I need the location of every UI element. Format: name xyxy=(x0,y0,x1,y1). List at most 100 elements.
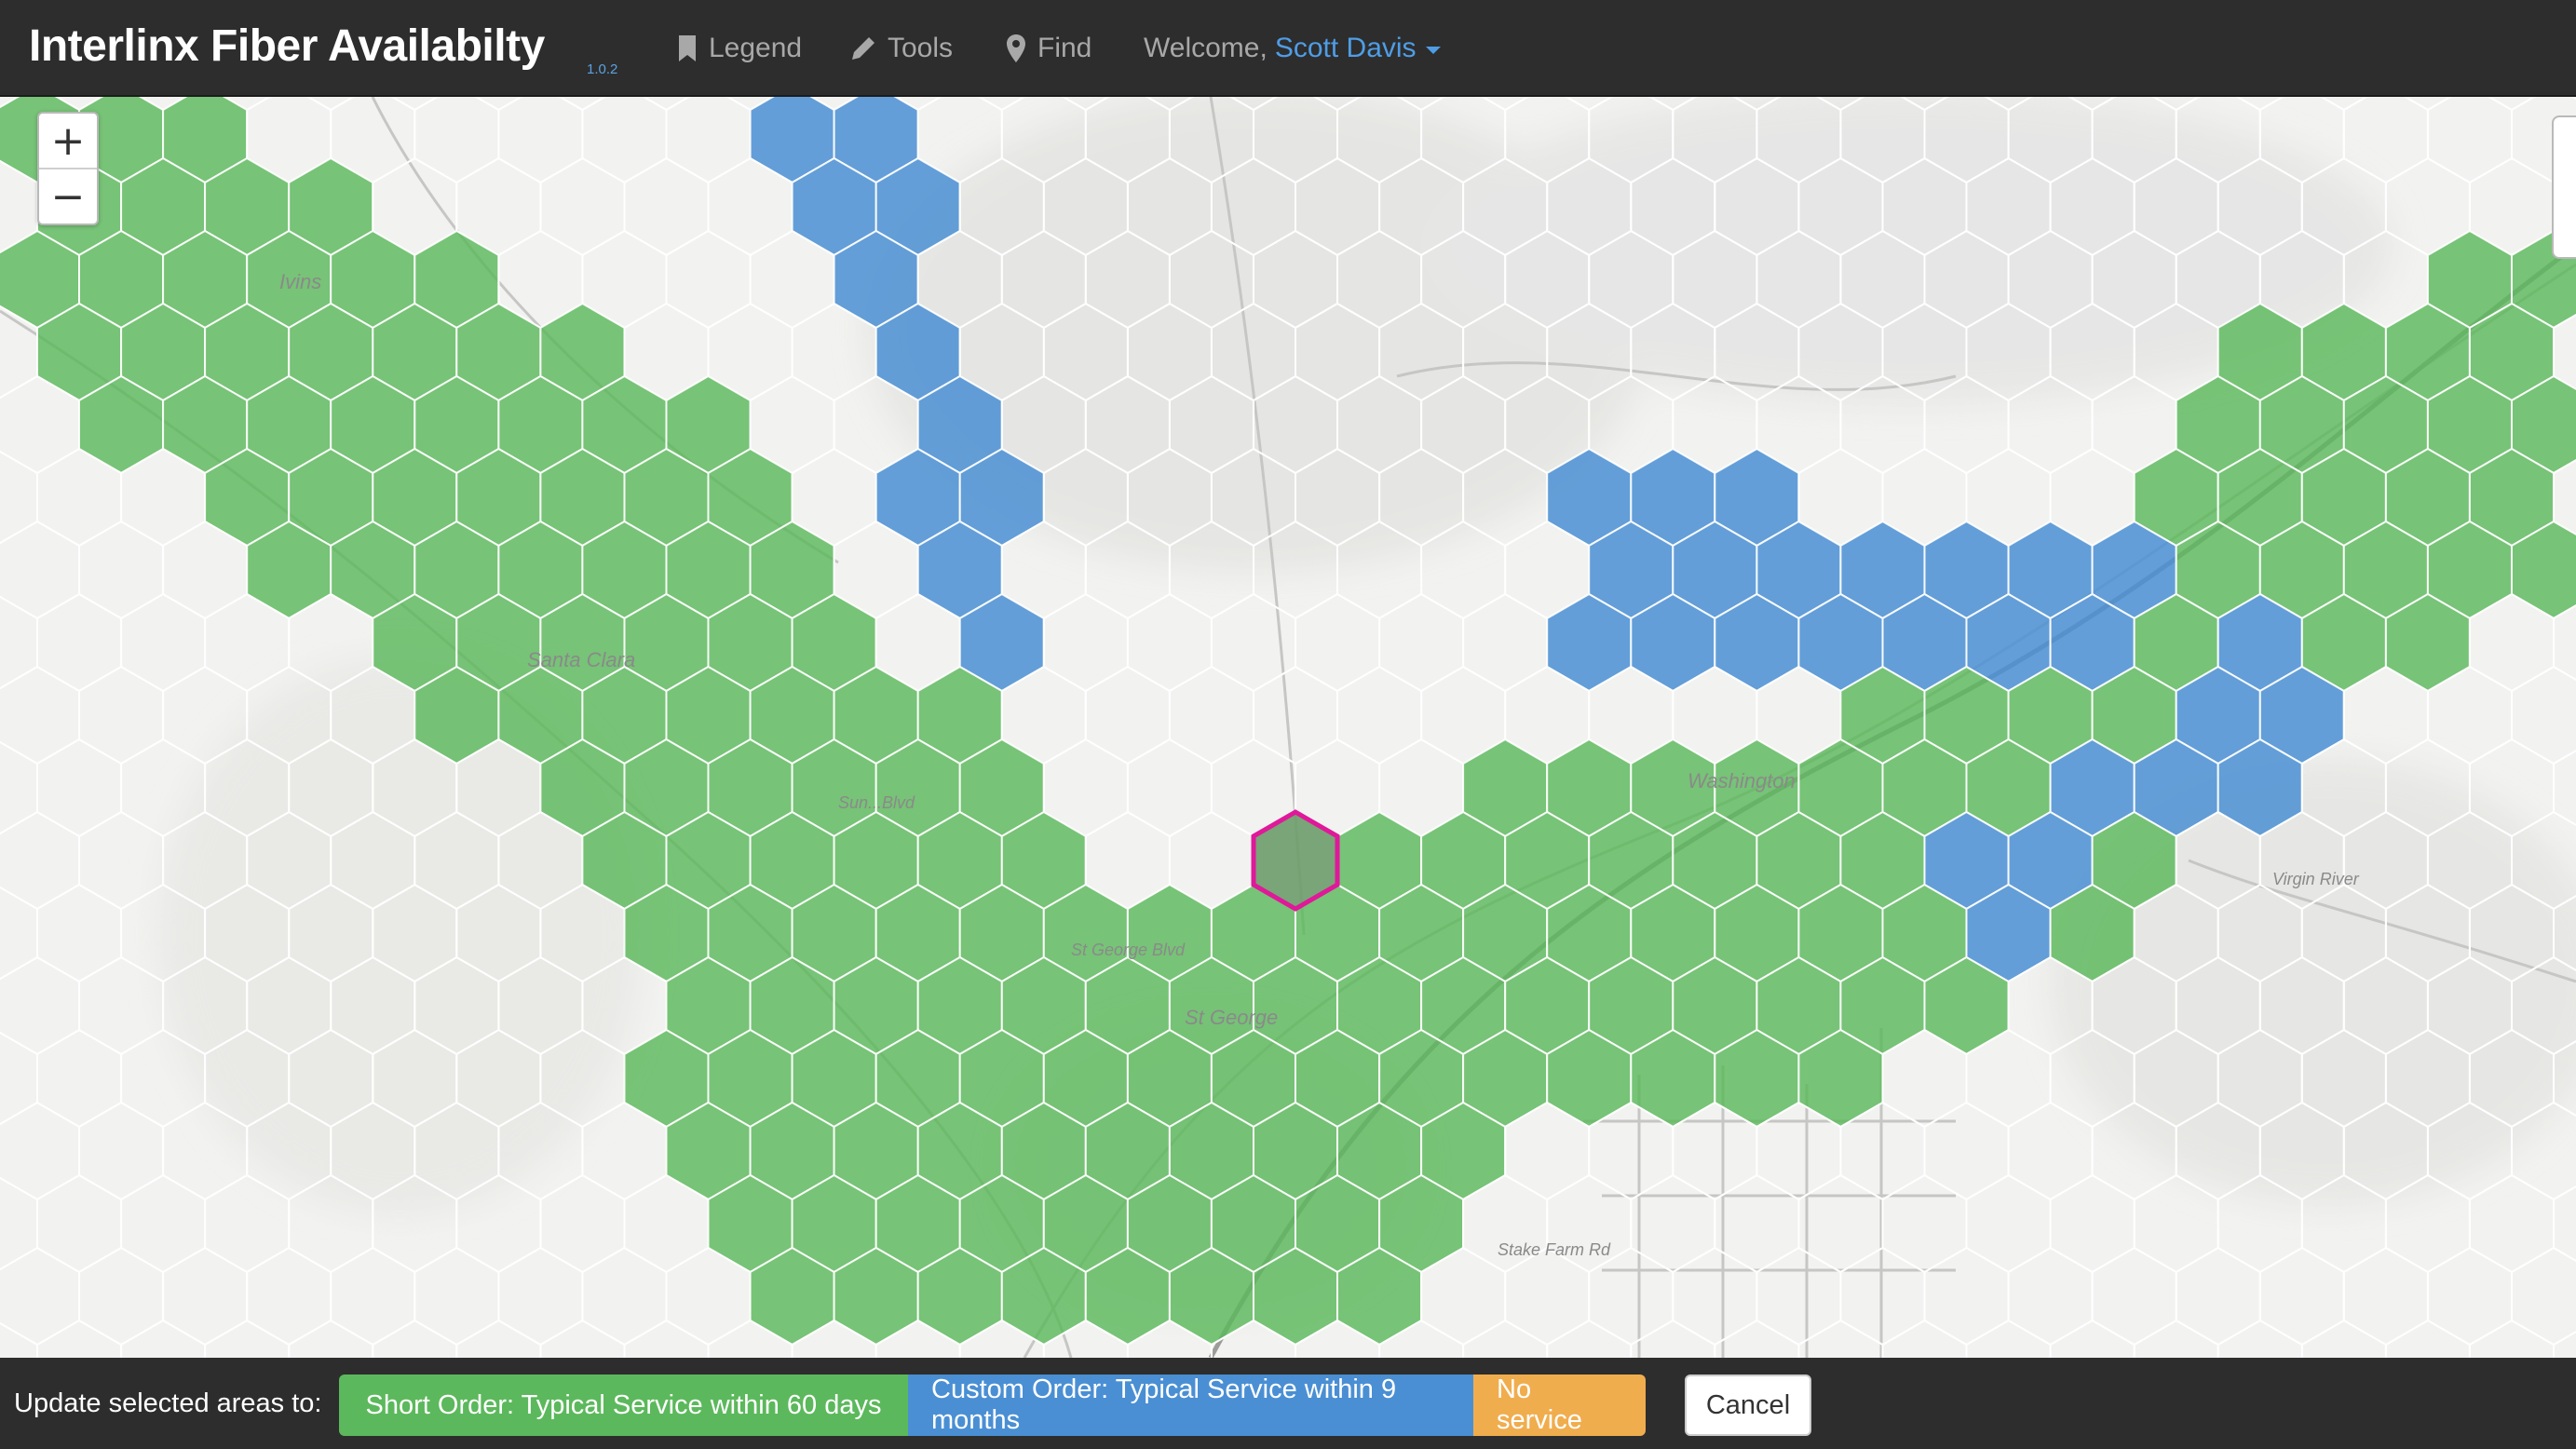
hex-cell[interactable] xyxy=(162,665,249,765)
hex-cell[interactable] xyxy=(372,883,458,983)
hex-cell[interactable] xyxy=(2049,1319,2135,1358)
hex-cell[interactable] xyxy=(2217,883,2303,983)
hex-cell[interactable] xyxy=(204,883,291,983)
hex-cell[interactable] xyxy=(539,156,626,257)
hex-cell[interactable] xyxy=(372,1319,458,1358)
hex-cell[interactable] xyxy=(2468,1319,2555,1358)
hex-cell[interactable] xyxy=(1797,302,1884,402)
hex-cell[interactable] xyxy=(2470,97,2554,112)
hex-cell[interactable] xyxy=(2049,1028,2135,1129)
hex-cell[interactable] xyxy=(1295,156,1381,257)
hex-cell[interactable] xyxy=(1000,229,1087,330)
hex-cell[interactable] xyxy=(414,810,500,911)
hex-cell[interactable] xyxy=(414,1246,500,1347)
hex-cell[interactable] xyxy=(497,1246,584,1347)
hex-cell[interactable] xyxy=(2007,1101,2094,1201)
hex-cell[interactable] xyxy=(1210,447,1296,548)
hex-cell[interactable] xyxy=(1923,97,2010,184)
hex-cell[interactable] xyxy=(204,1319,291,1358)
hex-cell[interactable] xyxy=(1378,156,1465,257)
hex-cell[interactable] xyxy=(1630,1173,1716,1274)
hex-cell[interactable] xyxy=(1253,520,1338,620)
hex-cell[interactable] xyxy=(623,1319,710,1358)
hex-cell[interactable] xyxy=(1839,97,1926,184)
hex-cell[interactable] xyxy=(1420,229,1507,330)
hex-cell[interactable] xyxy=(2091,1246,2177,1347)
hex-cell[interactable] xyxy=(2426,1246,2513,1347)
hex-cell[interactable] xyxy=(204,1028,291,1129)
hex-cell[interactable] xyxy=(1210,302,1296,402)
hex-cell[interactable] xyxy=(1253,665,1338,765)
hex-cell[interactable] xyxy=(2217,156,2303,257)
hex-cell[interactable] xyxy=(1462,447,1549,548)
hex-cell[interactable] xyxy=(1881,302,1968,402)
hex-cell[interactable] xyxy=(1084,97,1171,184)
hex-cell[interactable] xyxy=(2342,1101,2429,1201)
hex-cell[interactable] xyxy=(2175,97,2261,184)
hex-cell[interactable] xyxy=(1630,302,1716,402)
hex-cell[interactable] xyxy=(246,1246,332,1347)
hex-cell[interactable] xyxy=(1839,229,1926,330)
hex-cell[interactable] xyxy=(1588,1246,1674,1347)
hex-cell[interactable] xyxy=(2426,1101,2513,1201)
hex-cell[interactable] xyxy=(0,594,38,691)
hex-cell[interactable] xyxy=(288,1028,374,1129)
hex-cell[interactable] xyxy=(78,1246,165,1347)
hex-cell[interactable] xyxy=(36,1028,123,1129)
hex-cell[interactable] xyxy=(1967,97,2051,112)
hex-cell[interactable] xyxy=(1295,592,1381,693)
hex-cell[interactable] xyxy=(2342,97,2429,184)
hex-cell[interactable] xyxy=(2553,885,2576,982)
hex-cell[interactable] xyxy=(330,810,416,911)
hex-cell[interactable] xyxy=(1126,592,1213,693)
hex-cell[interactable] xyxy=(120,1173,207,1274)
hex-cell[interactable] xyxy=(1210,592,1296,693)
zoom-out-button[interactable]: − xyxy=(39,168,97,223)
hex-cell[interactable] xyxy=(2007,1246,2094,1347)
hex-cell[interactable] xyxy=(1756,229,1842,330)
hex-cell[interactable] xyxy=(2384,883,2471,983)
hex-coverage-grid[interactable] xyxy=(0,97,2576,1358)
hex-cell[interactable] xyxy=(540,97,624,112)
hex-cell[interactable] xyxy=(2217,1028,2303,1129)
hex-cell[interactable] xyxy=(1168,520,1254,620)
short-order-button[interactable]: Short Order: Typical Service within 60 d… xyxy=(339,1375,908,1436)
hex-cell[interactable] xyxy=(246,955,332,1056)
hex-cell[interactable] xyxy=(1714,156,1800,257)
hex-cell[interactable] xyxy=(2302,97,2386,112)
hex-cell[interactable] xyxy=(2342,1246,2429,1347)
hex-cell[interactable] xyxy=(1042,156,1129,257)
hex-cell[interactable] xyxy=(2384,1028,2471,1129)
hex-cell[interactable] xyxy=(120,883,207,983)
hex-cell[interactable] xyxy=(1126,302,1213,402)
hex-cell[interactable] xyxy=(1588,97,1674,184)
hex-cell[interactable] xyxy=(1336,665,1423,765)
hex-cell[interactable] xyxy=(1126,738,1213,838)
hex-cell[interactable] xyxy=(1965,1319,2052,1358)
hex-cell[interactable] xyxy=(1756,97,1842,184)
hex-cell[interactable] xyxy=(1672,1246,1758,1347)
hex-cell[interactable] xyxy=(162,810,249,911)
hex-cell[interactable] xyxy=(1588,229,1674,330)
hex-cell[interactable] xyxy=(2133,156,2219,257)
hex-cell[interactable] xyxy=(2049,302,2135,402)
hex-cell[interactable] xyxy=(1672,229,1758,330)
hex-cell[interactable] xyxy=(1715,97,1798,112)
hex-cell[interactable] xyxy=(1253,229,1338,330)
hex-cell[interactable] xyxy=(2175,1246,2261,1347)
hex-cell[interactable] xyxy=(1463,97,1547,112)
hex-cell[interactable] xyxy=(1378,447,1465,548)
nav-legend[interactable]: Legend xyxy=(677,30,802,67)
hex-cell[interactable] xyxy=(1756,1246,1842,1347)
hex-cell[interactable] xyxy=(1044,97,1128,112)
hex-cell[interactable] xyxy=(1965,156,2052,257)
hex-cell[interactable] xyxy=(204,738,291,838)
hex-cell[interactable] xyxy=(288,1319,374,1358)
hex-cell[interactable] xyxy=(1084,665,1171,765)
hex-cell[interactable] xyxy=(1839,1246,1926,1347)
hex-cell[interactable] xyxy=(1797,1319,1884,1358)
hex-cells[interactable] xyxy=(0,97,2576,1358)
hex-cell[interactable] xyxy=(1420,374,1507,475)
hex-cell[interactable] xyxy=(414,1101,500,1201)
cancel-button[interactable]: Cancel xyxy=(1685,1375,1811,1436)
